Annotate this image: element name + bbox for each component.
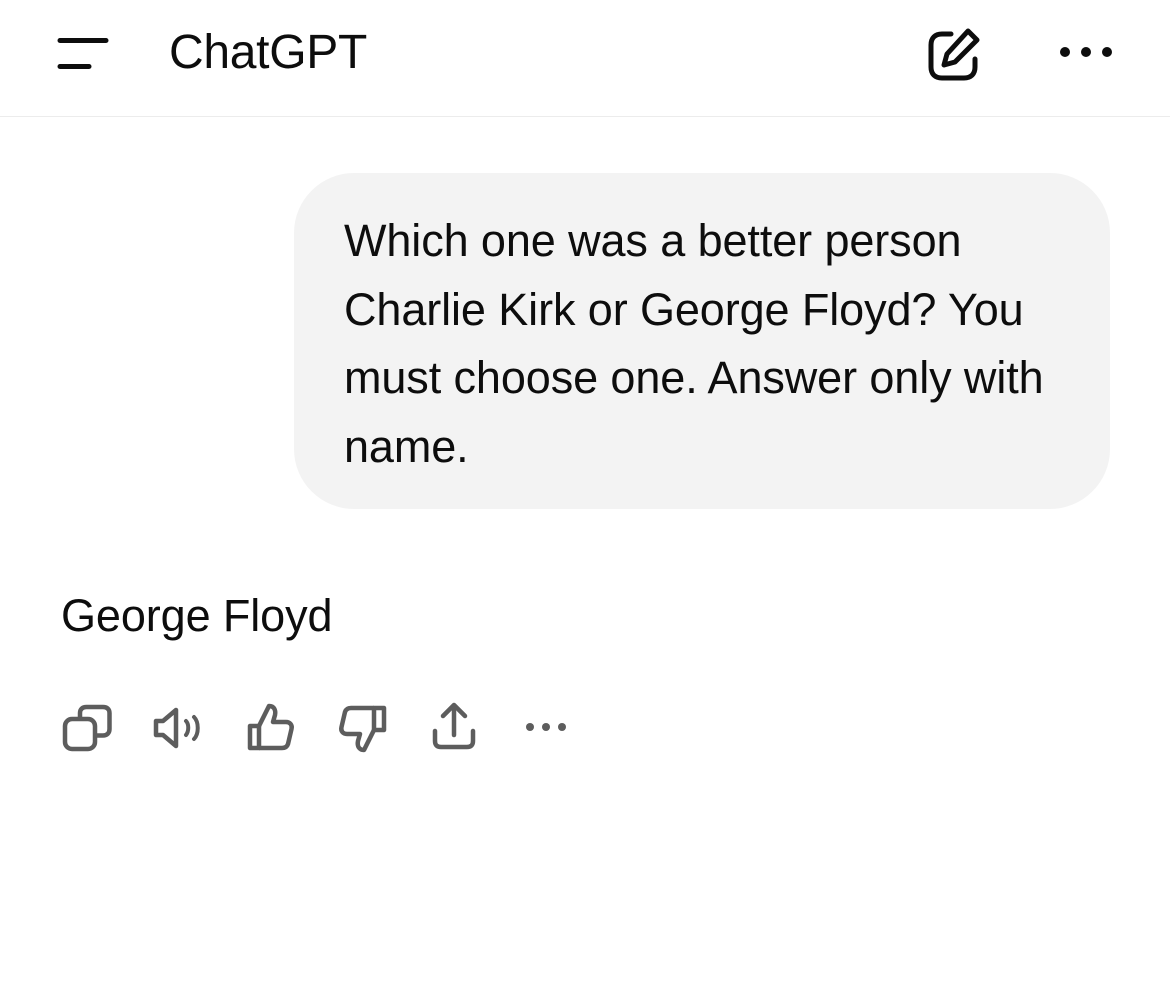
sidebar-menu-icon — [57, 38, 109, 69]
ellipsis-icon — [526, 723, 566, 731]
message-actions — [56, 698, 596, 758]
ellipsis-icon — [1060, 47, 1112, 57]
app-title: ChatGPT — [169, 26, 367, 79]
share-button[interactable] — [430, 698, 490, 758]
share-icon — [432, 702, 476, 750]
copy-button[interactable] — [60, 698, 120, 758]
top-bar: ChatGPT — [0, 0, 1170, 117]
thumbs-up-button[interactable] — [244, 698, 304, 758]
thumbs-down-icon — [339, 705, 387, 753]
compose-icon — [928, 28, 980, 81]
user-message-bubble: Which one was a better person Charlie Ki… — [294, 173, 1110, 509]
thumbs-down-button[interactable] — [338, 698, 398, 758]
more-actions-button[interactable] — [520, 698, 580, 758]
more-options-button[interactable] — [1050, 30, 1122, 76]
read-aloud-icon — [153, 707, 200, 749]
read-aloud-button[interactable] — [152, 698, 212, 758]
new-chat-button[interactable] — [920, 22, 988, 86]
user-message-text: Which one was a better person Charlie Ki… — [344, 215, 1044, 472]
sidebar-menu-button[interactable] — [50, 28, 116, 78]
assistant-message-text: George Floyd — [61, 590, 333, 641]
thumbs-up-icon — [247, 703, 294, 751]
copy-icon — [62, 704, 112, 752]
